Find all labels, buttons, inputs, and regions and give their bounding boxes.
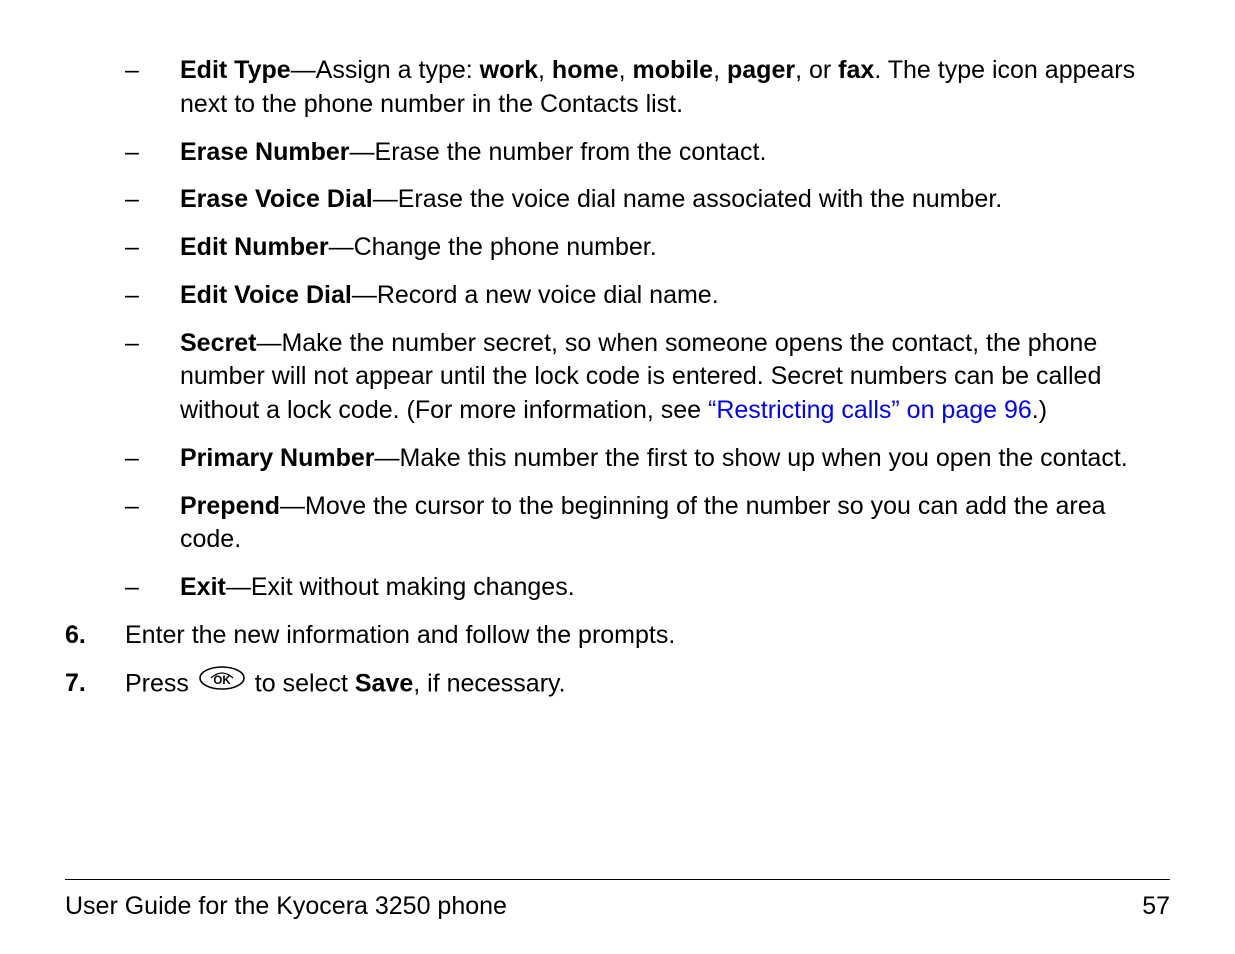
text: —Record a new voice dial name.	[352, 281, 719, 309]
footer-title: User Guide for the Kyocera 3250 phone	[65, 890, 507, 924]
term: Secret	[180, 329, 256, 357]
text: .)	[1032, 396, 1047, 424]
list-item: Secret—Make the number secret, so when s…	[125, 327, 1170, 428]
term: Edit Type	[180, 56, 291, 84]
list-item: Erase Number—Erase the number from the c…	[125, 136, 1170, 170]
term: Erase Voice Dial	[180, 185, 373, 213]
step-item: 6. Enter the new information and follow …	[65, 619, 1170, 653]
text: —Move the cursor to the beginning of the…	[180, 492, 1106, 554]
text: ,	[619, 56, 633, 84]
step-item: 7. Press OK to select Save, if necessary…	[65, 667, 1170, 703]
page-footer: User Guide for the Kyocera 3250 phone 57	[65, 879, 1170, 924]
text: , if necessary.	[413, 669, 565, 697]
step-number: 7.	[65, 667, 86, 701]
cross-reference-link[interactable]: “Restricting calls” on page 96	[708, 396, 1032, 424]
text: Enter the new information and follow the…	[125, 621, 675, 649]
text: Press	[125, 669, 196, 697]
text: fax	[838, 56, 874, 84]
text: to select	[248, 669, 355, 697]
list-item: Erase Voice Dial—Erase the voice dial na…	[125, 183, 1170, 217]
list-item: Exit—Exit without making changes.	[125, 571, 1170, 605]
text: work	[480, 56, 538, 84]
list-item: Edit Voice Dial—Record a new voice dial …	[125, 279, 1170, 313]
page-number: 57	[1142, 890, 1170, 924]
term: Edit Number	[180, 233, 329, 261]
list-item: Edit Type—Assign a type: work, home, mob…	[125, 54, 1170, 122]
term: Primary Number	[180, 444, 375, 472]
term: Erase Number	[180, 138, 350, 166]
term: Prepend	[180, 492, 280, 520]
step-list: 6. Enter the new information and follow …	[65, 619, 1170, 703]
svg-text:OK: OK	[213, 675, 231, 687]
text: ,	[713, 56, 727, 84]
text: —Exit without making changes.	[226, 573, 575, 601]
text: ,	[538, 56, 552, 84]
text: —Assign a type:	[291, 56, 480, 84]
list-item: Primary Number—Make this number the firs…	[125, 442, 1170, 476]
page-content: Edit Type—Assign a type: work, home, mob…	[65, 54, 1170, 859]
text: pager	[727, 56, 795, 84]
ok-button-icon: OK	[198, 665, 246, 701]
text: , or	[795, 56, 838, 84]
list-item: Prepend—Move the cursor to the beginning…	[125, 490, 1170, 558]
step-number: 6.	[65, 619, 86, 653]
text: —Erase the number from the contact.	[350, 138, 767, 166]
text: Save	[355, 669, 413, 697]
text: home	[552, 56, 619, 84]
term: Exit	[180, 573, 226, 601]
term: Edit Voice Dial	[180, 281, 352, 309]
list-item: Edit Number—Change the phone number.	[125, 231, 1170, 265]
option-list: Edit Type—Assign a type: work, home, mob…	[125, 54, 1170, 605]
text: —Make this number the first to show up w…	[375, 444, 1128, 472]
text: —Erase the voice dial name associated wi…	[373, 185, 1003, 213]
text: mobile	[633, 56, 714, 84]
text: —Change the phone number.	[329, 233, 657, 261]
